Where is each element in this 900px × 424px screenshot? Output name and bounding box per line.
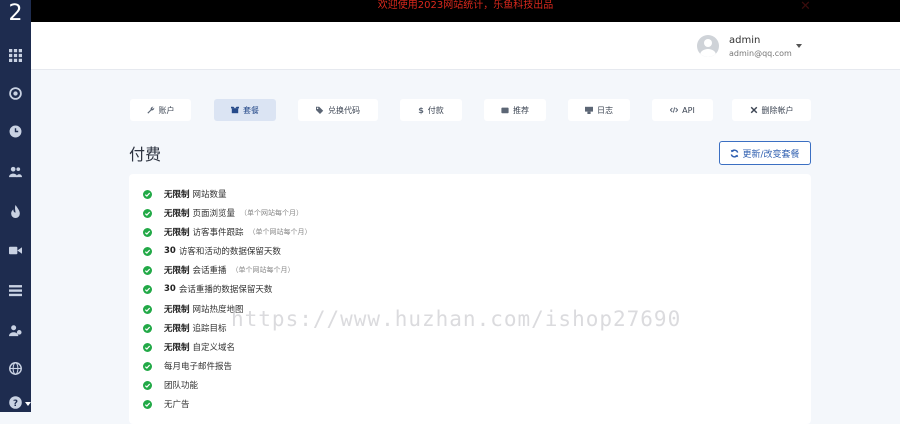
tags-icon: [316, 106, 324, 114]
tab-label: 付款: [427, 105, 444, 115]
list-item: 30 会话重播的数据保留天数: [143, 282, 272, 296]
team-icon[interactable]: [0, 320, 31, 340]
check-circle-icon: [143, 380, 152, 390]
user-menu-caret-icon[interactable]: [796, 44, 802, 48]
feature-text: 无广告: [164, 400, 190, 410]
user-name[interactable]: admin: [729, 35, 760, 46]
check-circle-icon: [143, 304, 152, 314]
list-item: 无限制 页面浏览量 （单个网站每个月）: [143, 206, 303, 220]
top-header: admin admin@qq.com: [31, 22, 900, 70]
announcement-bar: 欢迎使用2023网站统计，乐鱼科技出品 ✕: [31, 0, 900, 22]
tab-label: 账户: [158, 105, 175, 115]
feature-text: 会话重播的数据保留天数: [178, 285, 273, 295]
dollar-icon: $: [418, 105, 424, 115]
feature-text: 访客和活动的数据保留天数: [178, 247, 281, 257]
announcement-text: 欢迎使用2023网站统计，乐鱼科技出品: [377, 0, 554, 11]
user-email: admin@qq.com: [729, 49, 792, 58]
check-circle-icon: [143, 189, 152, 199]
list-item: 每月电子邮件报告: [143, 359, 232, 373]
list-item: 无限制 自定义域名: [143, 340, 235, 354]
check-circle-icon: [143, 323, 152, 333]
tab-label: 推荐: [513, 105, 529, 115]
log-icon: [585, 106, 593, 114]
tab-logs[interactable]: 日志: [568, 99, 630, 121]
check-circle-icon: [143, 246, 152, 256]
check-circle-icon: [143, 208, 152, 218]
list-item: 无限制 网站热度地图: [143, 302, 244, 316]
tab-api[interactable]: API: [652, 99, 713, 121]
feature-limit: 无限制: [164, 209, 190, 219]
close-icon[interactable]: ✕: [800, 0, 811, 14]
feature-limit: 无限制: [164, 266, 190, 276]
check-circle-icon: [143, 361, 152, 371]
feature-limit: 无限制: [164, 343, 190, 353]
box-icon: [231, 106, 239, 114]
tab-label: 日志: [597, 105, 613, 115]
check-circle-icon: [143, 265, 152, 275]
tab-label: 兑换代码: [328, 105, 360, 115]
check-circle-icon: [143, 342, 152, 352]
grid-icon[interactable]: [0, 45, 31, 65]
feature-limit: 无限制: [164, 324, 190, 334]
avatar[interactable]: [697, 35, 719, 57]
feature-text: 追踪目标: [192, 324, 227, 334]
times-icon: [750, 106, 757, 114]
feature-text: 访客事件跟踪: [192, 228, 244, 238]
list-item: 无限制 访客事件跟踪 （单个网站每个月）: [143, 225, 312, 239]
feature-text: 网站数量: [192, 190, 227, 200]
list-item: 无限制 会话重播 （单个网站每个月）: [143, 263, 295, 277]
clock-icon[interactable]: [0, 121, 31, 141]
svg-text:?: ?: [13, 398, 18, 408]
tab-referrals[interactable]: 推荐: [484, 99, 546, 121]
check-circle-icon: [143, 399, 152, 409]
feature-text: 每月电子邮件报告: [164, 362, 233, 372]
feature-limit: 30: [164, 246, 176, 256]
tab-plan[interactable]: 套餐: [214, 99, 276, 121]
tab-redeem-code[interactable]: 兑换代码: [298, 99, 378, 121]
feature-note: （单个网站每个月）: [231, 266, 295, 274]
code-icon: [670, 107, 679, 113]
logo[interactable]: 2: [2, 0, 29, 28]
globe-icon[interactable]: [0, 358, 31, 378]
tab-label: 删除帐户: [761, 105, 794, 115]
wallet-icon: [501, 107, 509, 114]
feature-text: 自定义域名: [192, 343, 236, 353]
tab-label: API: [682, 105, 695, 115]
plan-features-list: 无限制 网站数量 无限制 页面浏览量 （单个网站每个月） 无限制 访客事件跟踪 （单个网站每个…: [129, 174, 811, 424]
feature-limit: 30: [164, 284, 176, 294]
chevron-down-icon[interactable]: [25, 402, 31, 406]
users-icon[interactable]: [0, 161, 31, 181]
feature-text: 会话重播: [192, 266, 227, 276]
list-item: 无广告: [143, 397, 190, 411]
tab-account[interactable]: 账户: [130, 99, 191, 121]
feature-text: 页面浏览量: [192, 209, 236, 219]
feature-note: （单个网站每个月）: [248, 228, 312, 236]
fire-icon[interactable]: [0, 201, 31, 221]
sidebar: 2 ?: [0, 0, 31, 412]
list-item: 无限制 追踪目标: [143, 321, 227, 335]
tab-label: 套餐: [243, 105, 259, 115]
tab-payments[interactable]: $ 付款: [400, 99, 462, 121]
tab-delete-account[interactable]: 删除帐户: [732, 99, 811, 121]
video-icon[interactable]: [0, 240, 31, 260]
page-title: 付费: [129, 145, 162, 164]
target-icon[interactable]: [0, 83, 31, 103]
list-item: 团队功能: [143, 378, 198, 392]
feature-limit: 无限制: [164, 305, 190, 315]
list-item: 30 访客和活动的数据保留天数: [143, 244, 281, 258]
sync-icon: [731, 148, 739, 158]
renew-plan-label: 更新/改变套餐: [742, 149, 800, 160]
feature-limit: 无限制: [164, 190, 190, 200]
feature-text: 团队功能: [164, 381, 199, 391]
feature-limit: 无限制: [164, 228, 190, 238]
list-item: 无限制 网站数量: [143, 187, 227, 201]
watermark: https://www.huzhan.com/ishop27690: [231, 307, 682, 331]
wrench-icon: [146, 106, 154, 114]
renew-plan-button[interactable]: 更新/改变套餐: [719, 141, 811, 165]
feature-note: （单个网站每个月）: [240, 209, 304, 217]
list-icon[interactable]: [0, 280, 31, 300]
check-circle-icon: [143, 284, 152, 294]
check-circle-icon: [143, 227, 152, 237]
